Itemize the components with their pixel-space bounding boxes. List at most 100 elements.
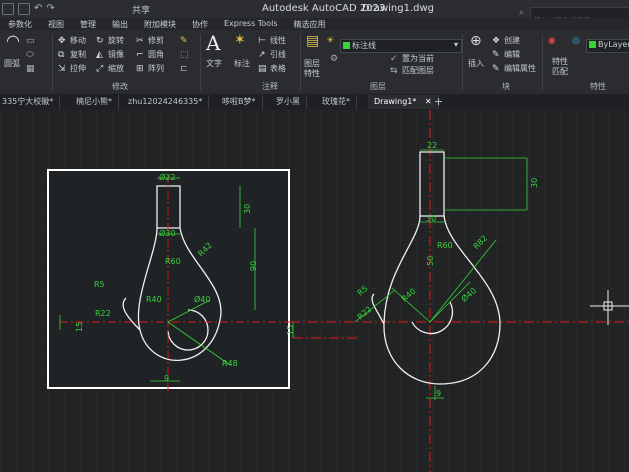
annotation-panel-title[interactable]: 注释 [262, 81, 278, 92]
dimension-icon[interactable]: ✶ [234, 33, 246, 47]
menu-view[interactable]: 视图 [40, 18, 72, 30]
block-panel-title[interactable]: 块 [502, 81, 510, 92]
reference-image[interactable]: Ø22 30 Ø30 R42 R60 90 R5 R40 Ø40 R22 15 … [47, 169, 290, 395]
menu-featured-apps[interactable]: 精选应用 [286, 18, 334, 30]
save-icon[interactable] [2, 3, 14, 15]
dim-d22-left: Ø22 [159, 172, 175, 182]
mirror-button[interactable]: 镜像 [108, 49, 124, 60]
layer-color-swatch [343, 42, 350, 49]
rotate-button[interactable]: 旋转 [108, 35, 124, 46]
tab-file-4[interactable]: 哆啦B梦* [216, 95, 263, 109]
bylayer-swatch [589, 41, 596, 48]
set-current-button[interactable]: 置为当前 [402, 53, 434, 64]
undo-icon[interactable]: ↶ [34, 4, 42, 14]
insert-icon[interactable]: ⊕ [470, 34, 482, 48]
tab-file-5[interactable]: 罗小黑 [270, 95, 307, 109]
chevron-down-icon: ▾ [453, 40, 458, 49]
dim-h30-left: 30 [243, 204, 252, 214]
hatch-icon[interactable]: ▦ [26, 64, 35, 74]
leader-icon[interactable]: ↗ [258, 50, 266, 60]
trim-icon[interactable]: ✂ [136, 36, 144, 46]
arc-icon[interactable]: ◠ [6, 33, 20, 49]
set-current-icon[interactable]: ✓ [390, 54, 398, 64]
tab-file-3[interactable]: zhu12024246335* [122, 95, 210, 109]
search-icon: ⌕ [519, 8, 525, 18]
tab-file-1[interactable]: 335宁大校徽* [0, 95, 61, 109]
redo-icon[interactable]: ↷ [46, 4, 54, 14]
array-button[interactable]: 阵列 [148, 63, 164, 74]
menu-manage[interactable]: 管理 [72, 18, 104, 30]
layer-properties-icon[interactable]: ▤ [306, 34, 319, 48]
dim-r60-left: R60 [165, 257, 181, 266]
layer-properties-label2[interactable]: 特性 [304, 68, 320, 79]
linear-dim-button[interactable]: 线性 [270, 35, 286, 46]
rectangle-icon[interactable]: ▭ [26, 36, 35, 46]
create-block-icon[interactable]: ❖ [492, 36, 500, 46]
drawing-canvas[interactable]: Ø22 30 Ø30 R42 R60 90 R5 R40 Ø40 R22 15 … [0, 110, 629, 472]
edit-attributes-icon[interactable]: ✎ [492, 64, 500, 74]
fillet-icon[interactable]: ⌐ [136, 50, 144, 60]
tab-file-6[interactable]: 玫瑰花* [316, 95, 357, 109]
edit-block-button[interactable]: 编辑 [504, 49, 520, 60]
menu-parametric[interactable]: 参数化 [0, 18, 40, 30]
stretch-button[interactable]: 拉伸 [70, 63, 86, 74]
match-properties-button[interactable]: 匹配 [552, 66, 568, 77]
table-button[interactable]: 表格 [270, 63, 286, 74]
copy-button[interactable]: 复制 [70, 49, 86, 60]
dim-r40-left: R40 [146, 295, 162, 304]
modify-panel-title[interactable]: 修改 [112, 81, 128, 92]
edit-attributes-button[interactable]: 编辑属性 [504, 63, 536, 74]
properties-icon[interactable]: ◉ [548, 36, 556, 46]
tab-file-2[interactable]: 楠尼小熊* [70, 95, 119, 109]
linear-dim-icon[interactable]: ⊢ [258, 36, 266, 46]
copy-icon[interactable]: ⧉ [58, 50, 64, 60]
menu-collaborate[interactable]: 协作 [184, 18, 216, 30]
explode-icon[interactable]: ⬚ [180, 50, 189, 60]
create-block-button[interactable]: 创建 [504, 35, 520, 46]
layer-tools-icon[interactable]: ⚙ [330, 54, 338, 64]
layer-dropdown[interactable]: 标注线 ▾ [340, 39, 462, 53]
properties-panel-title[interactable]: 特性 [590, 81, 606, 92]
print-icon[interactable] [18, 3, 30, 15]
file-tab-bar: 335宁大校徽* 楠尼小熊* zhu12024246335* 哆啦B梦* 罗小黑… [0, 94, 629, 111]
layer-state-icon[interactable]: ☀ [326, 36, 334, 46]
offset-icon[interactable]: ⊏ [180, 64, 188, 74]
insert-button[interactable]: 插入 [468, 58, 484, 69]
rotate-icon[interactable]: ↻ [96, 36, 104, 46]
color-dropdown[interactable]: ByLayer [586, 39, 629, 53]
text-button[interactable]: 文字 [206, 58, 222, 69]
new-tab-button[interactable]: + [428, 95, 449, 109]
move-button[interactable]: 移动 [70, 35, 86, 46]
layers-panel-title[interactable]: 图层 [370, 81, 386, 92]
erase-icon[interactable]: ✎ [180, 36, 188, 46]
menu-output[interactable]: 输出 [104, 18, 136, 30]
color-wheel-icon[interactable]: ◎ [572, 36, 580, 46]
layer-name: 标注线 [352, 41, 376, 50]
scale-icon[interactable]: ⤢ [96, 64, 103, 74]
dim-r60-right: R60 [437, 241, 453, 250]
array-icon[interactable]: ⊞ [136, 64, 144, 74]
arc-label: 圆弧 [4, 59, 20, 68]
text-icon[interactable]: A [206, 33, 220, 53]
table-icon[interactable]: ▤ [258, 64, 267, 74]
dim-w9-left: 9 [164, 374, 169, 383]
menu-addins[interactable]: 附加模块 [136, 18, 184, 30]
leader-button[interactable]: 引线 [270, 49, 286, 60]
menu-express-tools[interactable]: Express Tools [216, 18, 286, 30]
tab-drawing1-label: Drawing1* [374, 97, 417, 106]
fillet-button[interactable]: 圆角 [148, 49, 164, 60]
dim-w9-right: 9 [436, 389, 441, 398]
dimension-button[interactable]: 标注 [234, 58, 250, 69]
match-layer-icon[interactable]: ⇆ [390, 66, 398, 76]
share-button[interactable]: 共享 [132, 3, 150, 16]
ribbon: ◠ 圆弧 ▭ ⬭ ▦ ✥ 移动 ⧉ 复制 ⇲ 拉伸 ↻ 旋转 ◭ 镜像 ⤢ 缩放… [0, 30, 629, 94]
mirror-icon[interactable]: ◭ [96, 50, 103, 60]
model-space[interactable]: Ø22 30 Ø30 R42 R60 90 R5 R40 Ø40 R22 15 … [0, 110, 629, 472]
move-icon[interactable]: ✥ [58, 36, 66, 46]
edit-block-icon[interactable]: ✎ [492, 50, 500, 60]
trim-button[interactable]: 修剪 [148, 35, 164, 46]
match-layer-button[interactable]: 匹配图层 [402, 65, 434, 76]
ellipse-icon[interactable]: ⬭ [26, 50, 34, 60]
scale-button[interactable]: 缩放 [108, 63, 124, 74]
stretch-icon[interactable]: ⇲ [58, 64, 66, 74]
